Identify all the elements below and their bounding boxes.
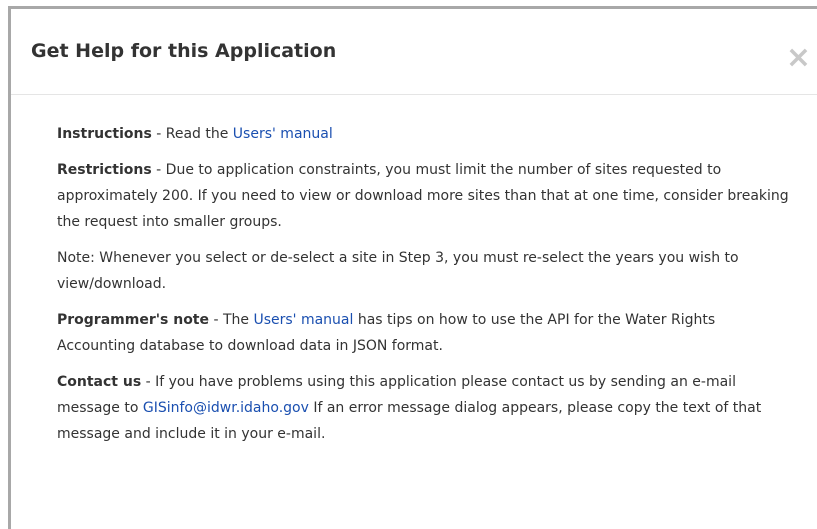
instructions-text: - Read the <box>151 126 233 142</box>
dialog-body: Instructions - Read the Users' manual Re… <box>57 121 797 457</box>
instructions-paragraph: Instructions - Read the Users' manual <box>57 121 797 147</box>
close-icon[interactable]: × <box>786 43 811 73</box>
contact-heading: Contact us <box>57 374 142 390</box>
note-paragraph: Note: Whenever you select or de-select a… <box>57 250 739 292</box>
restrictions-text: - Due to application constraints, you mu… <box>57 162 789 230</box>
restrictions-paragraph: Restrictions - Due to application constr… <box>57 157 797 235</box>
restrictions-heading: Restrictions <box>57 162 152 178</box>
dialog-header: Get Help for this Application × <box>11 9 817 95</box>
users-manual-link-2[interactable]: Users' manual <box>253 312 353 328</box>
users-manual-link[interactable]: Users' manual <box>233 126 333 142</box>
dialog-title: Get Help for this Application <box>31 40 337 62</box>
contact-paragraph: Contact us - If you have problems using … <box>57 369 797 447</box>
programmer-note-text-before: - The <box>209 312 254 328</box>
instructions-heading: Instructions <box>57 126 152 142</box>
programmer-note-paragraph: Programmer's note - The Users' manual ha… <box>57 307 797 359</box>
help-dialog: Get Help for this Application × Instruct… <box>8 6 817 529</box>
programmer-note-heading: Programmer's note <box>57 312 209 328</box>
email-link[interactable]: GISinfo@idwr.idaho.gov <box>143 400 309 416</box>
